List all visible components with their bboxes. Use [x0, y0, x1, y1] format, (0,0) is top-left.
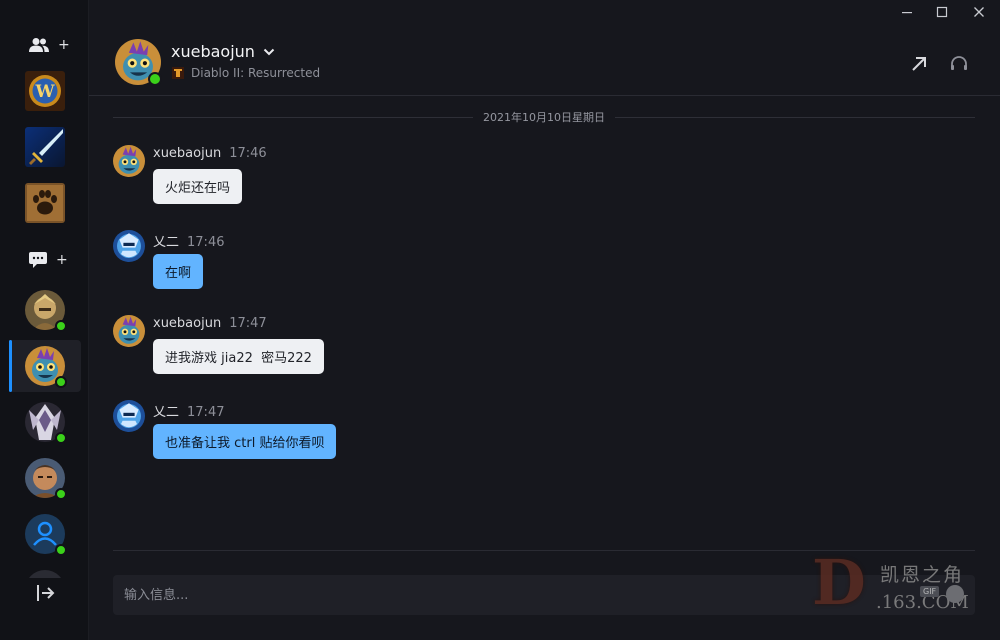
message-input[interactable]: [113, 575, 975, 615]
game-paw[interactable]: [25, 183, 65, 223]
message-bubble[interactable]: 火炬还在吗: [153, 169, 243, 204]
friend-item-5[interactable]: [25, 514, 67, 556]
game-world-of-warcraft[interactable]: W: [25, 71, 65, 111]
date-label: 2021年10月10日星期日: [483, 111, 605, 124]
diablo-game-icon: [172, 67, 184, 79]
message-meta: xuebaojun 17:47: [153, 316, 267, 331]
blue-hero-avatar: [113, 230, 145, 262]
plus-icon: +: [58, 37, 70, 53]
sword-icon: [25, 127, 65, 167]
close-icon: [974, 7, 984, 17]
friend-item-6-partial: [25, 570, 65, 578]
chevron-down-icon: [263, 48, 275, 55]
contact-name-dropdown[interactable]: xuebaojun: [171, 42, 275, 61]
murloc-avatar: [113, 145, 145, 177]
friend-item-2[interactable]: [25, 346, 67, 388]
sidebar: + W +: [0, 0, 89, 640]
paw-icon: [25, 183, 65, 223]
maximize-button[interactable]: [925, 0, 959, 24]
sender-avatar[interactable]: [113, 400, 145, 432]
add-friend-button[interactable]: +: [28, 33, 72, 57]
message-time: 17:46: [229, 146, 267, 161]
message-meta: xuebaojun 17:46: [153, 146, 267, 161]
online-status-dot: [148, 72, 162, 86]
sender-avatar[interactable]: [113, 145, 145, 177]
game-name: Diablo II: Resurrected: [191, 66, 321, 80]
external-link-icon: [912, 57, 926, 71]
message-time: 17:46: [187, 235, 225, 250]
sender-avatar[interactable]: [113, 230, 145, 262]
message-bubble[interactable]: 也准备让我 ctrl 贴给你看呗: [153, 424, 337, 459]
chat-header: xuebaojun Diablo II: Resurrected: [89, 24, 1000, 96]
online-status-dot: [55, 376, 67, 388]
close-button[interactable]: [962, 0, 996, 24]
friend-item-3[interactable]: [25, 402, 67, 444]
blue-hero-avatar: [113, 400, 145, 432]
current-game: Diablo II: Resurrected: [171, 66, 320, 80]
sender-avatar[interactable]: [113, 315, 145, 347]
composer-divider: [113, 550, 975, 551]
murloc-avatar: [113, 315, 145, 347]
chat-bubble-icon: [29, 252, 47, 268]
minimize-button[interactable]: [890, 0, 924, 24]
popout-button[interactable]: [907, 52, 931, 76]
headset-button[interactable]: [947, 52, 971, 76]
active-indicator: [9, 340, 12, 392]
add-friend-icon: [29, 38, 49, 52]
sender-name: xuebaojun: [153, 146, 222, 161]
logout-icon: [37, 585, 55, 601]
friend-item-1[interactable]: [25, 290, 67, 332]
wow-logo-icon: W: [25, 71, 65, 111]
sender-name: 乂二: [153, 235, 180, 250]
new-chat-button[interactable]: +: [28, 248, 72, 272]
online-status-dot: [55, 432, 67, 444]
message-meta: 乂二 17:46: [153, 231, 224, 250]
svg-text:W: W: [34, 82, 55, 102]
sender-name: 乂二: [153, 405, 180, 420]
maximize-icon: [936, 6, 948, 18]
plus-icon: +: [56, 252, 68, 268]
online-status-dot: [55, 544, 67, 556]
headset-icon: [951, 56, 967, 70]
game-sword[interactable]: [25, 127, 65, 167]
minimize-icon: [902, 12, 912, 14]
message-bubble[interactable]: 进我游戏 jia22 密马222: [153, 339, 324, 374]
message-time: 17:47: [187, 405, 225, 420]
contact-name: xuebaojun: [171, 42, 255, 61]
sender-name: xuebaojun: [153, 316, 222, 331]
online-status-dot: [55, 320, 67, 332]
logout-button[interactable]: [34, 582, 56, 604]
message-bubble[interactable]: 在啊: [153, 254, 204, 289]
online-status-dot: [55, 488, 67, 500]
date-separator: 2021年10月10日星期日: [113, 108, 975, 126]
message-time: 17:47: [229, 316, 267, 331]
contact-avatar[interactable]: [115, 39, 162, 86]
friend-item-4[interactable]: [25, 458, 67, 500]
message-meta: 乂二 17:47: [153, 401, 224, 420]
